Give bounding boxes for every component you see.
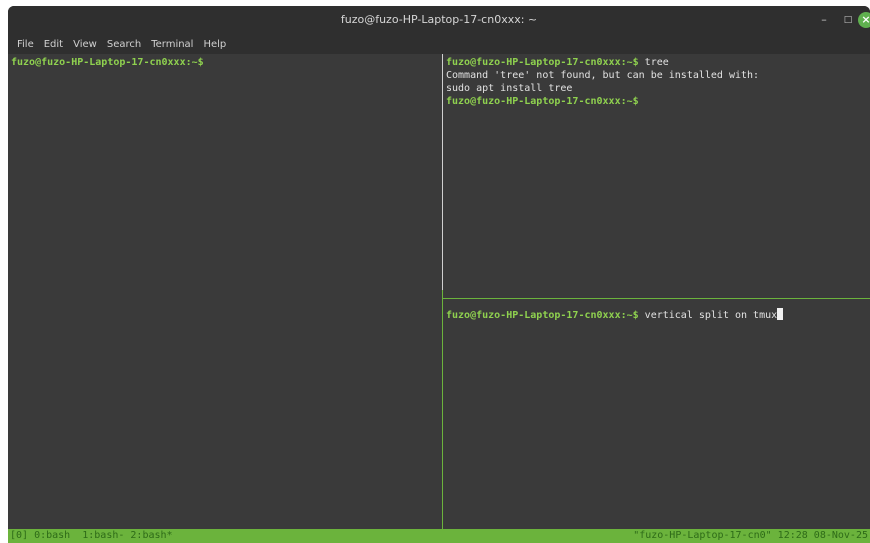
title-bar[interactable]: fuzo@fuzo-HP-Laptop-17-cn0xxx: ~ – □ × [8, 6, 870, 34]
tmux-pane-bottom-right[interactable]: fuzo@fuzo-HP-Laptop-17-cn0xxx:~$ vertica… [444, 300, 870, 529]
tmux-window-list[interactable]: [0] 0:bash 1:bash- 2:bash* [10, 529, 173, 543]
menu-bar: File Edit View Search Terminal Help [8, 34, 870, 54]
output-line: fuzo@fuzo-HP-Laptop-17-cn0xxx:~$ tree [446, 56, 870, 69]
output-line: sudo apt install tree [446, 83, 573, 94]
pane-divider-vertical-active[interactable] [442, 290, 443, 529]
pane-divider-horizontal[interactable] [443, 298, 870, 299]
shell-prompt: fuzo@fuzo-HP-Laptop-17-cn0xxx:~$ [446, 310, 639, 321]
menu-search[interactable]: Search [102, 39, 146, 50]
terminal-window: fuzo@fuzo-HP-Laptop-17-cn0xxx: ~ – □ × F… [8, 6, 870, 543]
command-text: tree [638, 57, 669, 68]
input-line[interactable]: fuzo@fuzo-HP-Laptop-17-cn0xxx:~$ vertica… [446, 308, 870, 322]
menu-view[interactable]: View [68, 39, 102, 50]
shell-prompt: fuzo@fuzo-HP-Laptop-17-cn0xxx:~$ [446, 57, 639, 68]
pane-divider-vertical[interactable] [442, 54, 443, 290]
output-line: Command 'tree' not found, but can be ins… [446, 70, 760, 81]
shell-prompt: fuzo@fuzo-HP-Laptop-17-cn0xxx:~$ [11, 57, 204, 68]
menu-help[interactable]: Help [198, 39, 231, 50]
tmux-pane-left[interactable]: fuzo@fuzo-HP-Laptop-17-cn0xxx:~$ [8, 54, 441, 529]
close-button[interactable]: × [858, 12, 870, 28]
window-title: fuzo@fuzo-HP-Laptop-17-cn0xxx: ~ [340, 13, 538, 26]
pane-left-line: fuzo@fuzo-HP-Laptop-17-cn0xxx:~$ [11, 56, 441, 69]
output-line: fuzo@fuzo-HP-Laptop-17-cn0xxx:~$ [446, 95, 870, 108]
tmux-pane-top-right[interactable]: fuzo@fuzo-HP-Laptop-17-cn0xxx:~$ tree Com… [444, 54, 870, 298]
typed-command: vertical split on tmux [638, 310, 778, 321]
terminal-area[interactable]: fuzo@fuzo-HP-Laptop-17-cn0xxx:~$ fuzo@fu… [8, 54, 870, 529]
menu-terminal[interactable]: Terminal [146, 39, 198, 50]
shell-prompt: fuzo@fuzo-HP-Laptop-17-cn0xxx:~$ [446, 96, 639, 107]
tmux-status-right: "fuzo-HP-Laptop-17-cn0" 12:28 08-Nov-25 [633, 530, 868, 541]
text-cursor [777, 308, 784, 320]
maximize-button[interactable]: □ [840, 12, 856, 28]
tmux-status-bar: [0] 0:bash 1:bash- 2:bash* "fuzo-HP-Lapt… [8, 529, 870, 543]
menu-edit[interactable]: Edit [39, 39, 68, 50]
menu-file[interactable]: File [12, 39, 39, 50]
minimize-button[interactable]: – [816, 12, 832, 28]
